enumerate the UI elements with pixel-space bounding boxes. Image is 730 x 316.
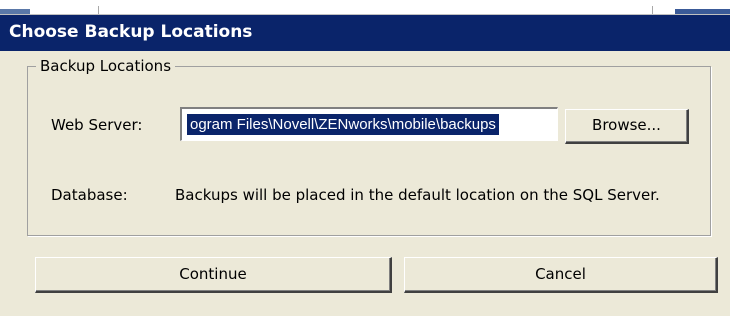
group-legend: Backup Locations — [36, 57, 176, 75]
cancel-button[interactable]: Cancel — [404, 257, 718, 293]
background-window-strip — [0, 0, 730, 15]
backup-locations-group — [27, 66, 711, 236]
browse-button[interactable]: Browse... — [565, 109, 689, 144]
continue-button[interactable]: Continue — [35, 257, 392, 293]
dialog-titlebar[interactable]: Choose Backup Locations — [0, 15, 730, 51]
dialog-title: Choose Backup Locations — [9, 22, 253, 42]
divider — [652, 6, 653, 14]
divider — [98, 6, 99, 14]
background-window-edge — [675, 9, 730, 14]
database-label: Database: — [51, 186, 128, 204]
background-window-edge — [0, 9, 30, 14]
web-server-label: Web Server: — [51, 116, 143, 134]
web-server-path-input[interactable]: ogram Files\Novell\ZENworks\mobile\backu… — [180, 107, 558, 141]
database-message: Backups will be placed in the default lo… — [175, 186, 660, 204]
web-server-path-value: ogram Files\Novell\ZENworks\mobile\backu… — [187, 114, 499, 135]
